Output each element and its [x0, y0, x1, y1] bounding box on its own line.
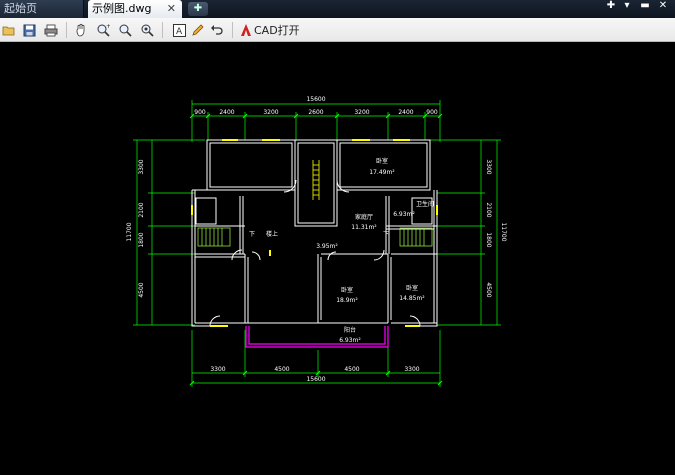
area-bedroom-mid: 18.9m²	[336, 297, 358, 304]
close-tab-icon[interactable]: ✕	[167, 0, 176, 18]
cad-logo-icon	[241, 24, 251, 36]
dim-top-7: 900	[426, 109, 438, 116]
area-bedroom-right: 14.85m²	[399, 295, 425, 302]
zoom-realtime-icon[interactable]	[138, 21, 156, 39]
save-icon[interactable]	[20, 21, 38, 39]
label-living: 家庭厅	[355, 213, 373, 221]
dim-top-total: 15600	[306, 96, 325, 103]
pencil-icon[interactable]	[189, 21, 207, 39]
drawing-canvas[interactable]: 15600 900 2400 3200 2600 3200 2400 900 3…	[0, 43, 675, 472]
svg-text:+: +	[106, 23, 110, 30]
dim-top-6: 2400	[398, 109, 413, 116]
window-close-icon[interactable]: ✕	[656, 0, 670, 12]
chevron-down-icon[interactable]: ▾	[620, 0, 634, 12]
cad-viewer-window: 起始页 示例图.dwg ✕ ✚ ✚ ▾ ▬ ✕ + A CAD打开 15600 …	[0, 0, 675, 472]
door-mark-right: 下	[383, 231, 389, 238]
dim-bottom-total: 15600	[306, 376, 325, 383]
dim-top-5: 3200	[354, 109, 369, 116]
svg-text:A: A	[176, 27, 183, 37]
zoom-window-icon[interactable]: +	[94, 21, 112, 39]
dim-left-1: 3300	[138, 159, 145, 174]
balcony-railing	[245, 326, 389, 348]
settings-icon[interactable]: ✚	[604, 0, 618, 12]
door-mark-left: 下	[249, 231, 255, 238]
label-bedroom-right: 卧室	[406, 284, 418, 292]
area-living: 11.31m²	[351, 224, 377, 231]
toolbar-separator	[232, 22, 233, 38]
side-stairs	[197, 227, 433, 247]
label-bath: 卫生间	[416, 200, 434, 208]
dim-top-2: 2400	[219, 109, 234, 116]
tab-start-page[interactable]: 起始页	[0, 0, 84, 18]
area-balcony: 6.93m²	[339, 337, 361, 344]
dim-right-2: 2100	[485, 202, 492, 217]
cad-open-button[interactable]: CAD打开	[240, 21, 300, 39]
dim-left-2: 2100	[138, 202, 145, 217]
folder-open-icon[interactable]	[0, 21, 18, 39]
dim-left-4: 4500	[138, 282, 145, 297]
dim-bottom-1: 3300	[210, 366, 225, 373]
print-icon[interactable]	[42, 21, 60, 39]
new-tab-button[interactable]: ✚	[188, 2, 208, 16]
tab-strip: 起始页 示例图.dwg ✕ ✚ ✚ ▾ ▬ ✕	[0, 0, 675, 18]
dim-left-3: 1800	[138, 232, 145, 247]
area-hall: 3.95m²	[316, 243, 338, 250]
dim-right-1: 3300	[485, 159, 492, 174]
dim-top-4: 2600	[308, 109, 323, 116]
dim-bottom-2: 4500	[274, 366, 289, 373]
dimension-labels: 15600 900 2400 3200 2600 3200 2400 900 3…	[126, 96, 507, 383]
dim-right-4: 4500	[485, 282, 492, 297]
plus-icon: ✚	[193, 3, 203, 14]
zoom-icon[interactable]	[116, 21, 134, 39]
area-bath: 6.93m²	[393, 211, 415, 218]
dim-bottom-4: 3300	[404, 366, 419, 373]
label-stair-up: 楼上	[266, 230, 278, 238]
toolbar: + A CAD打开	[0, 18, 675, 42]
cad-open-label: CAD打开	[254, 24, 300, 37]
dim-left-total: 11700	[126, 222, 133, 241]
dim-bottom-3: 4500	[344, 366, 359, 373]
tab-drawing-label: 示例图.dwg	[92, 2, 152, 15]
toolbar-separator	[66, 22, 67, 38]
floor-plan: 15600 900 2400 3200 2600 3200 2400 900 3…	[126, 96, 507, 387]
central-stair	[312, 160, 320, 200]
undo-icon[interactable]	[208, 21, 226, 39]
dim-right-3: 1800	[485, 232, 492, 247]
toolbar-separator	[162, 22, 163, 38]
tab-start-page-label: 起始页	[4, 2, 37, 15]
area-bedroom-top: 17.49m²	[369, 169, 395, 176]
minimize-icon[interactable]: ▬	[638, 0, 652, 12]
label-bedroom-mid: 卧室	[341, 286, 353, 294]
text-icon[interactable]: A	[170, 21, 188, 39]
dim-right-total: 11700	[500, 222, 507, 241]
label-bedroom-top: 卧室	[376, 157, 388, 165]
tab-drawing[interactable]: 示例图.dwg ✕	[88, 0, 182, 18]
pan-icon[interactable]	[72, 21, 90, 39]
dim-top-1: 900	[194, 109, 206, 116]
label-balcony: 阳台	[344, 326, 356, 334]
room-labels: 卧室 17.49m² 家庭厅 11.31m² 6.93m² 卫生间 楼上 3.9…	[249, 157, 434, 344]
dim-top-3: 3200	[263, 109, 278, 116]
